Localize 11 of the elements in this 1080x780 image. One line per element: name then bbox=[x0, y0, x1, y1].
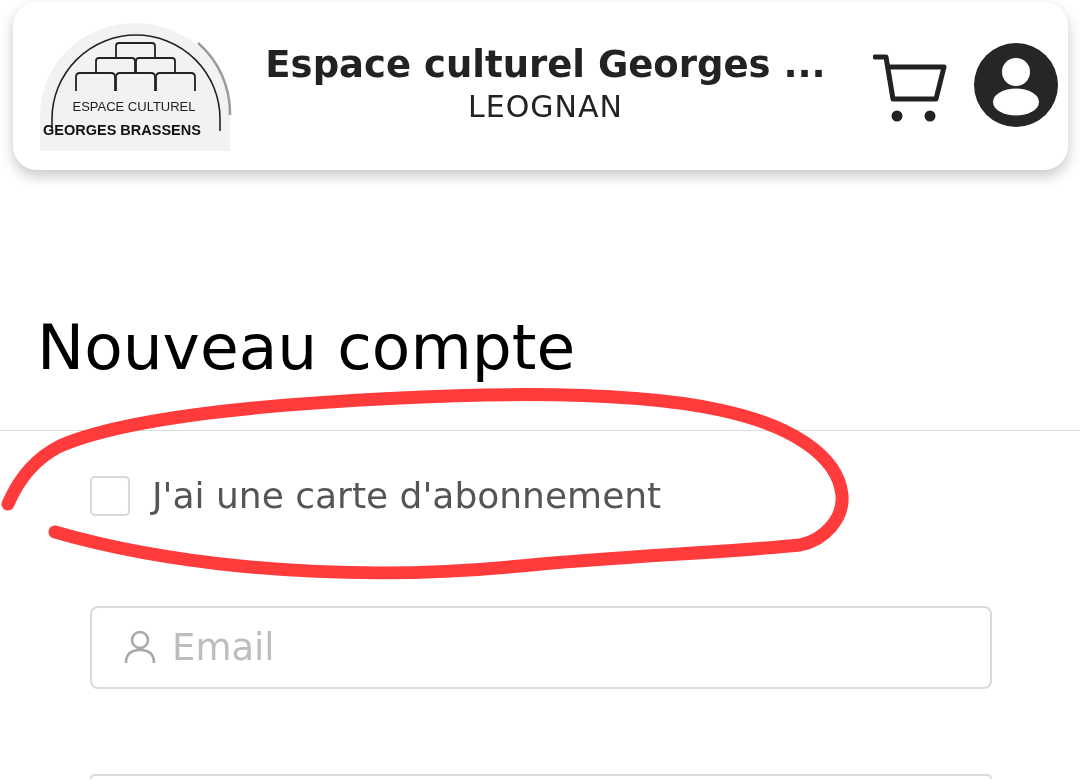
logo-text: GEORGES BRASSENS bbox=[43, 122, 201, 138]
venue-city: LEOGNAN bbox=[468, 88, 623, 126]
user-icon bbox=[124, 630, 156, 664]
email-field[interactable]: Email bbox=[90, 606, 992, 689]
venue-title: Espace culturel Georges ... bbox=[265, 42, 826, 88]
logo-text: ESPACE CULTUREL bbox=[72, 99, 196, 114]
account-icon[interactable] bbox=[974, 43, 1058, 127]
checkbox-label[interactable]: J'ai une carte d'abonnement bbox=[152, 474, 662, 518]
checkbox[interactable] bbox=[90, 476, 130, 516]
input-field[interactable] bbox=[90, 774, 992, 779]
page-heading: Nouveau compte bbox=[37, 311, 577, 385]
